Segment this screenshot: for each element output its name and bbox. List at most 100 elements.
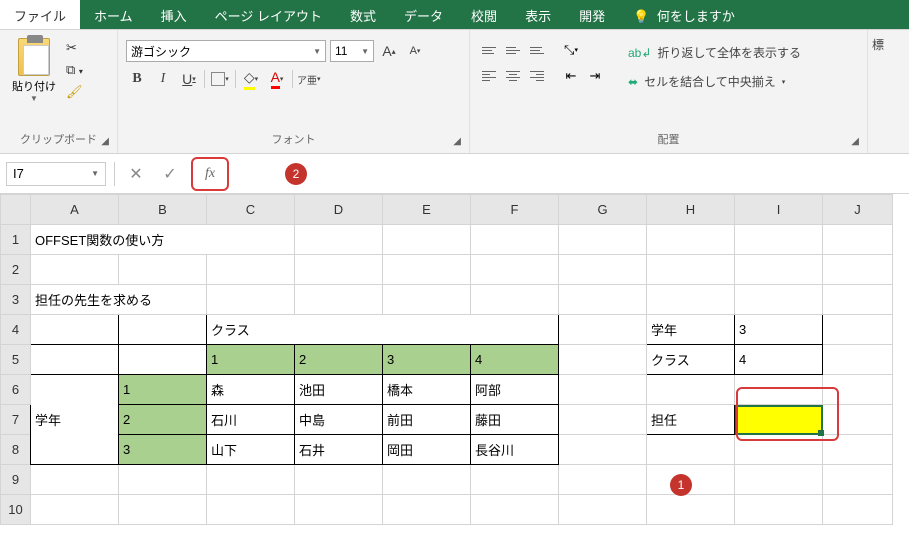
cell-f7[interactable]: 藤田 (471, 405, 559, 435)
row-header-6[interactable]: 6 (1, 375, 31, 405)
col-header-c[interactable]: C (207, 195, 295, 225)
cell[interactable] (383, 495, 471, 525)
cell[interactable] (295, 255, 383, 285)
cell[interactable] (647, 495, 735, 525)
cell[interactable] (735, 435, 823, 465)
cell[interactable] (823, 315, 893, 345)
col-header-h[interactable]: H (647, 195, 735, 225)
enter-formula-button[interactable]: ✓ (157, 161, 183, 187)
font-launcher[interactable]: ◢ (453, 136, 461, 147)
col-header-a[interactable]: A (31, 195, 119, 225)
col-header-j[interactable]: J (823, 195, 893, 225)
col-header-e[interactable]: E (383, 195, 471, 225)
menu-data[interactable]: データ (390, 0, 457, 29)
cell-d8[interactable]: 石井 (295, 435, 383, 465)
cell-d7[interactable]: 中島 (295, 405, 383, 435)
cell[interactable] (295, 225, 383, 255)
cell[interactable] (559, 285, 647, 315)
cell-b7[interactable]: 2 (119, 405, 207, 435)
cell-i7[interactable] (735, 405, 823, 435)
menu-file[interactable]: ファイル (0, 0, 80, 29)
menu-review[interactable]: 校閲 (457, 0, 511, 29)
row-header-7[interactable]: 7 (1, 405, 31, 435)
align-left-button[interactable] (478, 66, 500, 86)
menu-developer[interactable]: 開発 (565, 0, 619, 29)
merge-center-button[interactable]: ⬌ セルを結合して中央揃え ▾ (620, 69, 809, 94)
italic-button[interactable]: I (152, 68, 174, 90)
cell[interactable] (207, 285, 295, 315)
orientation-button[interactable]: ⤡ ▾ (560, 40, 582, 60)
cell[interactable] (559, 495, 647, 525)
align-middle-button[interactable] (502, 40, 524, 60)
cell[interactable] (207, 255, 295, 285)
cell[interactable] (471, 285, 559, 315)
row-header-1[interactable]: 1 (1, 225, 31, 255)
row-header-9[interactable]: 9 (1, 465, 31, 495)
alignment-launcher[interactable]: ◢ (851, 136, 859, 147)
cell[interactable] (31, 495, 119, 525)
format-painter-icon[interactable]: 🖌 (66, 84, 86, 100)
cell[interactable] (471, 495, 559, 525)
cancel-formula-button[interactable]: ✕ (123, 161, 149, 187)
decrease-font-button[interactable]: A▾ (404, 40, 426, 62)
insert-function-button[interactable]: fx (197, 161, 223, 187)
cell[interactable] (823, 285, 893, 315)
cell[interactable] (383, 285, 471, 315)
cell[interactable] (559, 435, 647, 465)
cell[interactable] (559, 345, 647, 375)
cell-h5[interactable]: クラス (647, 345, 735, 375)
menu-page-layout[interactable]: ページ レイアウト (201, 0, 336, 29)
cell-e5[interactable]: 3 (383, 345, 471, 375)
copy-icon[interactable]: ⧉ ▾ (66, 62, 86, 78)
cell[interactable] (559, 375, 647, 405)
cell-f8[interactable]: 長谷川 (471, 435, 559, 465)
col-header-f[interactable]: F (471, 195, 559, 225)
cell[interactable] (207, 465, 295, 495)
row-header-5[interactable]: 5 (1, 345, 31, 375)
cell[interactable] (31, 255, 119, 285)
menu-view[interactable]: 表示 (511, 0, 565, 29)
cell[interactable] (735, 285, 823, 315)
border-button[interactable]: ▾ (209, 68, 231, 90)
cell-a6[interactable]: 学年 (31, 375, 119, 465)
align-center-button[interactable] (502, 66, 524, 86)
cell-e7[interactable]: 前田 (383, 405, 471, 435)
increase-font-button[interactable]: A▴ (378, 40, 400, 62)
cell[interactable] (207, 495, 295, 525)
menu-insert[interactable]: 挿入 (147, 0, 201, 29)
cell-a3[interactable]: 担任の先生を求める (31, 285, 207, 315)
menu-formulas[interactable]: 数式 (336, 0, 390, 29)
cell[interactable] (823, 435, 893, 465)
select-all-corner[interactable] (1, 195, 31, 225)
fill-color-button[interactable]: ◇ ▾ (240, 68, 262, 90)
cell-c4[interactable]: クラス (207, 315, 559, 345)
cell-e6[interactable]: 橋本 (383, 375, 471, 405)
cell[interactable] (559, 315, 647, 345)
increase-indent-button[interactable]: ⇥ (584, 66, 606, 86)
cell-i5[interactable]: 4 (735, 345, 823, 375)
row-header-2[interactable]: 2 (1, 255, 31, 285)
col-header-g[interactable]: G (559, 195, 647, 225)
name-box[interactable]: I7 ▼ (6, 162, 106, 186)
cell[interactable] (119, 495, 207, 525)
cell[interactable] (31, 465, 119, 495)
cell[interactable] (735, 255, 823, 285)
col-header-i[interactable]: I (735, 195, 823, 225)
cell-f5[interactable]: 4 (471, 345, 559, 375)
cell-b4[interactable] (119, 315, 207, 345)
cell-b6[interactable]: 1 (119, 375, 207, 405)
spreadsheet-grid[interactable]: A B C D E F G H I J 1 OFFSET関数の使い方 2 3 担… (0, 194, 909, 525)
cell[interactable] (823, 345, 893, 375)
cell[interactable] (823, 375, 893, 405)
cell[interactable] (823, 465, 893, 495)
cell[interactable] (647, 225, 735, 255)
menu-home[interactable]: ホーム (80, 0, 147, 29)
cell[interactable] (383, 225, 471, 255)
paste-button[interactable]: 貼り付け ▼ (8, 34, 60, 107)
cell-f6[interactable]: 阿部 (471, 375, 559, 405)
cell-d6[interactable]: 池田 (295, 375, 383, 405)
cell[interactable] (735, 375, 823, 405)
cell-a1[interactable]: OFFSET関数の使い方 (31, 225, 295, 255)
cell[interactable] (383, 255, 471, 285)
cell[interactable] (119, 465, 207, 495)
